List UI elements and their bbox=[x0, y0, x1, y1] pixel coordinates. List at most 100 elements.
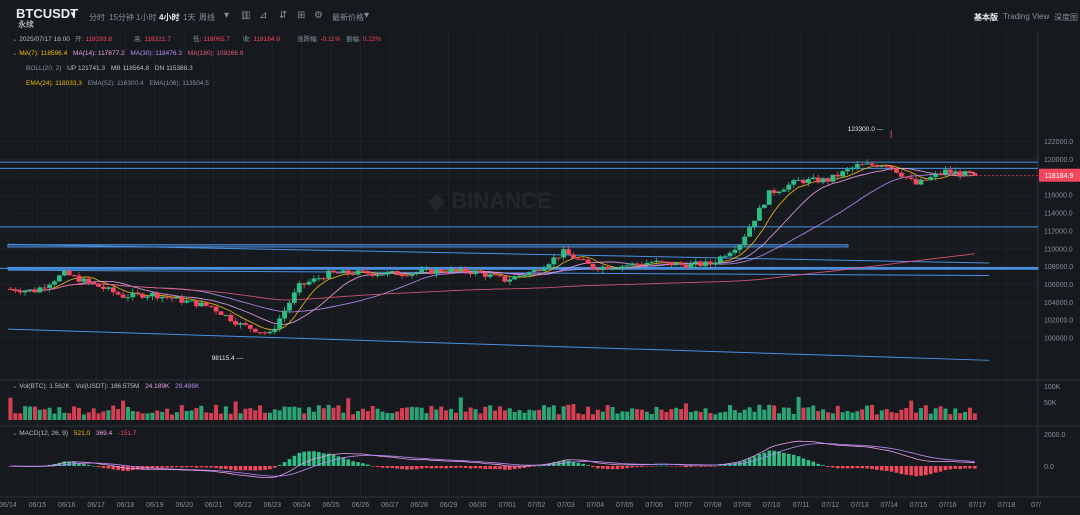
volume-bar bbox=[47, 407, 52, 420]
chevron-down-icon[interactable]: ▾ bbox=[364, 10, 369, 21]
date-tick-label: 07/14 bbox=[880, 502, 898, 509]
volume-bar bbox=[375, 408, 380, 420]
macd-bar bbox=[282, 462, 287, 466]
tab-timeframe-4h[interactable]: 4小时 bbox=[159, 12, 179, 23]
chart-grid: ◆ BINANCE bbox=[0, 32, 1080, 498]
price-tick-label: 116000.0 bbox=[1044, 193, 1073, 200]
macd-tick-label: 2000.0 bbox=[1044, 432, 1066, 439]
volume-bar bbox=[8, 397, 13, 420]
tab-tradingview[interactable]: Trading View bbox=[1003, 12, 1049, 21]
volume-bar bbox=[537, 409, 542, 420]
candle-body bbox=[840, 171, 846, 177]
volume-bar bbox=[204, 412, 209, 420]
macd-bar bbox=[875, 466, 879, 470]
date-tick-label: 07/17 bbox=[968, 502, 986, 509]
candle-body bbox=[629, 263, 635, 266]
candle-body bbox=[771, 190, 777, 194]
volume-bar bbox=[923, 405, 928, 420]
volume-bar bbox=[419, 407, 424, 420]
volume-bar bbox=[551, 405, 556, 420]
volume-bar bbox=[958, 413, 963, 420]
candle-body bbox=[673, 262, 679, 266]
latest-price-dropdown[interactable]: 最新价格 bbox=[332, 12, 364, 23]
candle-body bbox=[409, 273, 415, 276]
macd-bar bbox=[346, 459, 351, 466]
layout-icon[interactable]: ⇵ bbox=[279, 10, 287, 21]
grid-icon[interactable]: ⊞ bbox=[297, 10, 305, 21]
candle-body bbox=[649, 262, 655, 264]
volume-bar bbox=[365, 411, 370, 420]
candle-body bbox=[972, 173, 978, 176]
tab-basic[interactable]: 基本版 bbox=[974, 12, 998, 23]
macd-bar bbox=[537, 465, 541, 467]
volume-bar bbox=[767, 404, 772, 420]
candle-body bbox=[747, 227, 753, 237]
macd-bar bbox=[370, 466, 375, 467]
candle-body bbox=[590, 263, 596, 270]
gear-icon[interactable]: ⚙ bbox=[314, 10, 323, 21]
volume-bar bbox=[649, 414, 654, 420]
volume-bar bbox=[28, 406, 33, 420]
price-chart[interactable]: ◆ BINANCE 100000.0 102000.0 104000.0 106000… bbox=[0, 32, 1080, 515]
volume-bar bbox=[855, 411, 860, 420]
candle-body bbox=[267, 331, 273, 334]
candle-body bbox=[825, 178, 831, 182]
macd-bar bbox=[209, 466, 213, 468]
indicator-icon[interactable]: ⊿ bbox=[259, 10, 267, 21]
candle-body bbox=[154, 292, 160, 299]
volume-bar bbox=[860, 409, 865, 420]
date-tick-label: 07/01 bbox=[499, 502, 517, 509]
macd-bar bbox=[292, 455, 297, 466]
volume-bar bbox=[904, 408, 909, 420]
volume-bar bbox=[718, 412, 723, 420]
chevron-down-icon[interactable]: ▼ bbox=[69, 10, 77, 19]
volume-bar bbox=[434, 409, 439, 420]
tab-timeframe-1d[interactable]: 1天 bbox=[183, 12, 195, 23]
date-tick-label: 07/09 bbox=[734, 502, 752, 509]
macd-bar bbox=[175, 466, 179, 468]
candle-body bbox=[752, 220, 757, 228]
tab-depth[interactable]: 深度图 bbox=[1054, 12, 1078, 23]
tab-timeframe-time[interactable]: 分时 bbox=[89, 12, 105, 23]
macd-bar bbox=[620, 466, 625, 469]
volume-bar bbox=[106, 410, 111, 420]
volume-bar bbox=[561, 406, 566, 420]
macd-bar bbox=[713, 466, 718, 467]
volume-bar bbox=[86, 412, 91, 420]
macd-bar bbox=[272, 466, 277, 468]
macd-bar bbox=[576, 462, 581, 466]
volume-bar bbox=[909, 400, 914, 420]
candle-body bbox=[291, 292, 297, 303]
macd-bar bbox=[635, 466, 639, 468]
candle-body bbox=[32, 289, 38, 293]
date-tick-label: 07/05 bbox=[616, 502, 634, 509]
candle-body bbox=[835, 174, 841, 177]
macd-bar bbox=[287, 459, 292, 466]
candle-body bbox=[198, 302, 204, 307]
volume-bar bbox=[698, 411, 703, 420]
volume-bar bbox=[165, 408, 170, 420]
volume-bar bbox=[243, 408, 248, 420]
date-tick-label: 07/08 bbox=[704, 502, 722, 509]
tab-timeframe-week[interactable]: 周线 bbox=[199, 12, 215, 23]
candle-body bbox=[218, 311, 224, 315]
macd-bar bbox=[880, 466, 884, 471]
more-dropdown-icon[interactable]: ▾ bbox=[224, 10, 229, 21]
macd-bar bbox=[826, 466, 830, 467]
volume-bar bbox=[336, 405, 341, 420]
candle-body bbox=[130, 292, 136, 298]
macd-bar bbox=[507, 466, 512, 470]
date-tick-label: 07/02 bbox=[528, 502, 546, 509]
tab-timeframe-15m[interactable]: 15分钟 bbox=[109, 12, 134, 23]
volume-bar bbox=[81, 414, 86, 420]
volume-bar bbox=[223, 406, 228, 420]
candle-body bbox=[404, 275, 410, 277]
candle-body bbox=[923, 179, 929, 181]
candle-body bbox=[717, 256, 723, 263]
macd-bar bbox=[238, 466, 243, 471]
tab-timeframe-1h[interactable]: 1小时 bbox=[136, 12, 156, 23]
date-tick-label: 06/20 bbox=[175, 502, 193, 509]
macd-bar bbox=[248, 466, 253, 471]
candle-body bbox=[282, 310, 287, 319]
candlestick-icon[interactable]: ▥ bbox=[241, 10, 250, 21]
